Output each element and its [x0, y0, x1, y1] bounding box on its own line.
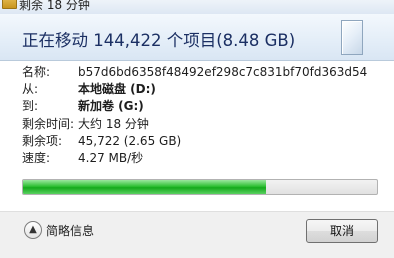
- detail-value: 新加卷 (G:): [78, 99, 144, 113]
- cancel-button[interactable]: 取消: [306, 219, 378, 243]
- detail-value: 4.27 MB/秒: [78, 151, 144, 165]
- detail-value: 45,722 (2.65 GB): [78, 134, 182, 148]
- dialog-footer: ▲ 简略信息 取消: [0, 211, 394, 258]
- detail-label: 名称:: [22, 65, 51, 79]
- window-title: 剩余 18 分钟: [19, 0, 90, 12]
- detail-value: 本地磁盘 (D:): [78, 82, 156, 96]
- progress-bar: [22, 179, 378, 195]
- detail-label: 到:: [22, 99, 39, 113]
- detail-label: 剩余项:: [22, 134, 63, 148]
- detail-label: 剩余时间:: [22, 117, 75, 131]
- chevron-up-icon: ▲: [24, 221, 42, 239]
- detail-value: 大约 18 分钟: [78, 117, 149, 131]
- progress-fill: [23, 180, 267, 194]
- operation-heading: 正在移动 144,422 个项目(8.48 GB): [22, 31, 296, 50]
- detail-value: b57d6bd6358f48492ef298c7c831bf70fd363d54: [78, 65, 368, 79]
- detail-label: 从:: [22, 82, 39, 96]
- folder-icon: [2, 0, 17, 9]
- dialog-header: 正在移动 144,422 个项目(8.48 GB): [0, 14, 394, 61]
- document-icon: [341, 20, 363, 55]
- fewer-details-label: 简略信息: [46, 224, 95, 238]
- detail-label: 速度:: [22, 151, 51, 165]
- title-bar: 剩余 18 分钟: [0, 0, 394, 14]
